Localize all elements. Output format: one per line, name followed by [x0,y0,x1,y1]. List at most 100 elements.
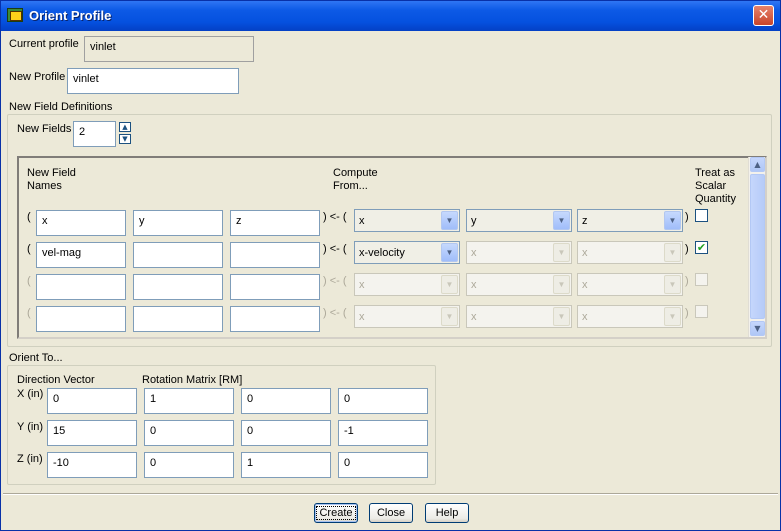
scalar-checkbox[interactable] [695,209,708,222]
compute-arrow: ) <- ( [323,243,347,255]
compute-select: x ▼ [466,305,572,328]
compute-select[interactable]: x-velocity ▼ [354,241,460,264]
dropdown-arrow-icon[interactable]: ▼ [441,243,458,262]
new-fields-input[interactable]: 2 [73,121,116,147]
compute-arrow: ) <- ( [323,307,347,319]
compute-select[interactable]: y ▼ [466,209,572,232]
dropdown-arrow-icon[interactable]: ▼ [664,211,681,230]
compute-select[interactable]: x ▼ [354,209,460,232]
spin-down-icon[interactable]: ▼ [119,134,131,144]
compute-select-value: x [471,247,477,259]
vertical-scrollbar[interactable]: ▲ ▼ [748,157,765,337]
dropdown-arrow-icon: ▼ [553,275,570,294]
matrix-cell-input[interactable]: -1 [338,420,428,446]
open-paren: ( [27,307,31,319]
scalar-checkbox[interactable]: ✔ [695,241,708,254]
field-name-input[interactable] [133,274,223,300]
compute-select-value: x [582,247,588,259]
direction-x-input[interactable]: 0 [47,388,137,414]
direction-y-input[interactable]: 15 [47,420,137,446]
scroll-down-icon[interactable]: ▼ [750,321,765,336]
scroll-thumb[interactable] [750,174,765,319]
matrix-cell-input[interactable]: 0 [241,420,331,446]
matrix-cell-input[interactable]: 0 [241,388,331,414]
field-names-header: New Field Names [27,167,76,192]
field-name-input[interactable] [36,274,126,300]
close-paren: ) [685,307,689,319]
compute-select-value: x [471,279,477,291]
dropdown-arrow-icon[interactable]: ▼ [553,211,570,230]
help-button[interactable]: Help [425,503,469,523]
direction-z-input[interactable]: -10 [47,452,137,478]
compute-select-value: x-velocity [359,247,405,259]
field-name-input[interactable] [230,306,320,332]
compute-select-value: x [359,279,365,291]
compute-select: x ▼ [466,241,572,264]
field-name-input[interactable] [230,274,320,300]
close-icon[interactable]: ✕ [753,5,774,26]
field-name-input[interactable]: vel-mag [36,242,126,268]
current-profile-field: vinlet [84,36,254,62]
matrix-cell-input[interactable]: 1 [144,388,234,414]
matrix-cell-input[interactable]: 0 [144,420,234,446]
matrix-cell-input[interactable]: 0 [338,452,428,478]
scalar-quantity-header: Treat as Scalar Quantity [695,167,736,205]
compute-arrow: ) <- ( [323,211,347,223]
title-bar[interactable]: Orient Profile ✕ [1,1,780,31]
field-definitions-label: New Field Definitions [9,101,113,113]
dropdown-arrow-icon: ▼ [664,275,681,294]
scalar-checkbox [695,305,708,318]
field-name-input[interactable] [133,242,223,268]
orient-profile-dialog: Orient Profile ✕ Current profile vinlet … [0,0,781,531]
close-paren: ) [685,211,689,223]
dropdown-arrow-icon: ▼ [441,307,458,326]
compute-select-value: x [471,311,477,323]
open-paren: ( [27,275,31,287]
dropdown-arrow-icon: ▼ [553,243,570,262]
close-paren: ) [323,307,327,319]
new-profile-input[interactable]: vinlet [67,68,239,94]
dropdown-arrow-icon[interactable]: ▼ [441,211,458,230]
close-paren: ) [323,243,327,255]
field-name-input[interactable] [133,306,223,332]
scalar-checkbox [695,273,708,286]
close-button[interactable]: Close [369,503,413,523]
spin-up-icon[interactable]: ▲ [119,122,131,132]
compute-from-header: Compute From... [333,167,378,192]
field-name-input[interactable] [36,306,126,332]
dropdown-arrow-icon: ▼ [664,307,681,326]
x-axis-label: X (in) [17,388,44,400]
compute-select: x ▼ [354,273,460,296]
compute-select[interactable]: z ▼ [577,209,683,232]
scroll-up-icon[interactable]: ▲ [750,157,765,172]
new-fields-label: New Fields [17,123,72,135]
orient-to-label: Orient To... [9,352,63,364]
close-paren: ) [323,211,327,223]
field-name-input[interactable]: x [36,210,126,236]
rotation-matrix-label: Rotation Matrix [RM] [142,374,243,386]
open-paren: ( [27,243,31,255]
create-button[interactable]: Create [314,503,358,523]
matrix-cell-input[interactable]: 0 [338,388,428,414]
compute-select: x ▼ [354,305,460,328]
check-icon: ✔ [696,241,707,254]
close-paren: ) [685,243,689,255]
matrix-cell-input[interactable]: 0 [144,452,234,478]
compute-select-value: x [359,215,365,227]
compute-select-value: x [582,279,588,291]
dropdown-arrow-icon: ▼ [553,307,570,326]
field-name-input[interactable] [230,242,320,268]
field-name-input[interactable]: z [230,210,320,236]
dropdown-arrow-icon: ▼ [664,243,681,262]
compute-arrow: ) <- ( [323,275,347,287]
open-paren: ( [27,211,31,223]
close-paren: ) [323,275,327,287]
field-name-input[interactable]: y [133,210,223,236]
button-divider [3,493,778,495]
compute-select-value: x [582,311,588,323]
create-button-label: Create [316,506,356,520]
arrow-label: <- ( [329,211,347,223]
window-title: Orient Profile [29,8,112,23]
y-axis-label: Y (in) [17,421,44,433]
matrix-cell-input[interactable]: 1 [241,452,331,478]
